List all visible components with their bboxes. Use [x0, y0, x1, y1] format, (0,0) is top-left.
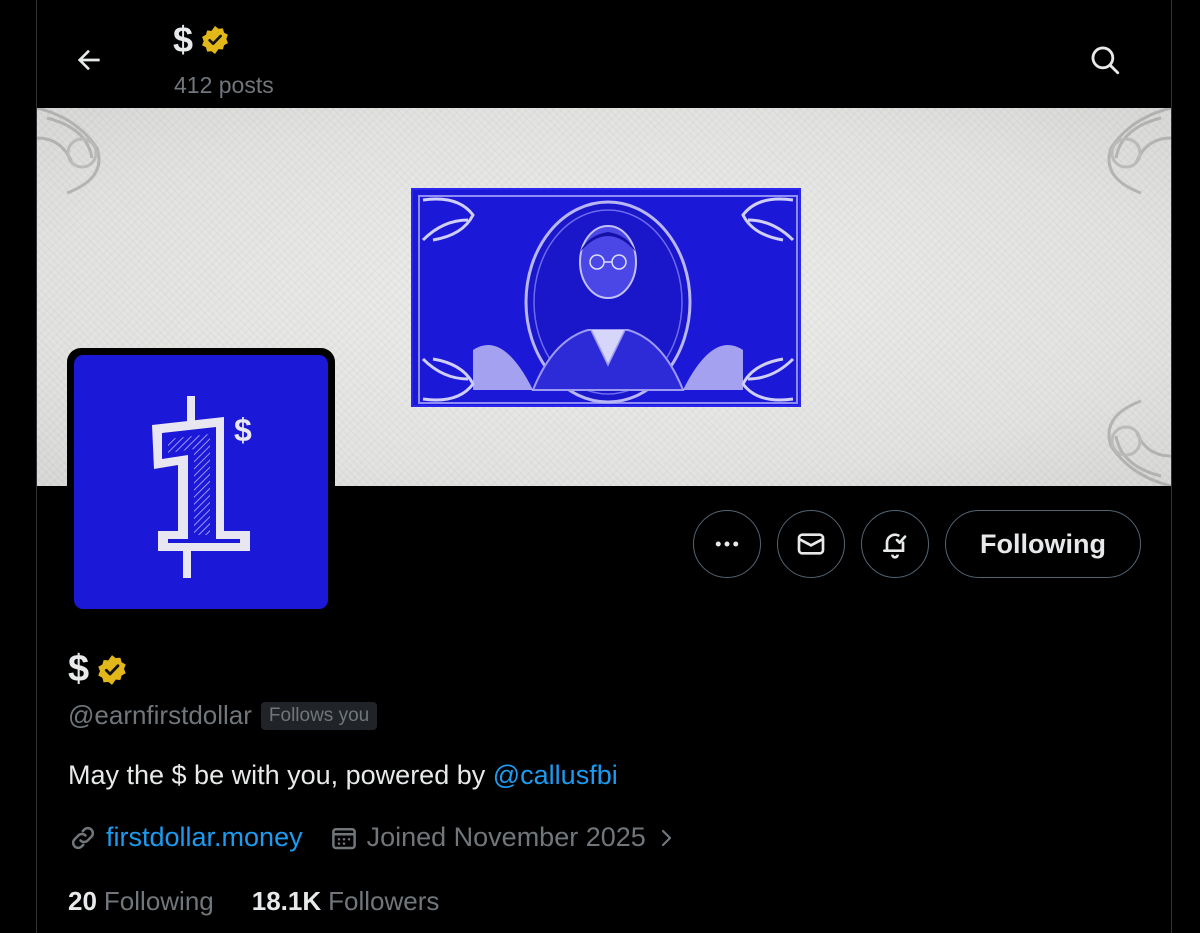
header-name: $	[173, 20, 231, 60]
follows-you-badge: Follows you	[260, 701, 378, 730]
profile-bio: May the $ be with you, powered by @callu…	[68, 760, 618, 791]
profile-name: $	[68, 648, 129, 691]
message-icon	[797, 533, 825, 555]
verified-badge-icon	[202, 26, 228, 54]
profile-meta: firstdollar.money Joined November 2025	[68, 822, 678, 853]
banknote-image	[411, 188, 801, 407]
avatar-image: $	[74, 355, 328, 609]
followers-label: Followers	[328, 886, 440, 916]
chevron-right-icon	[661, 829, 671, 846]
verified-badge-icon	[98, 654, 126, 685]
profile-display-name: $	[68, 648, 90, 690]
follow-stats: 20 Following 18.1K Followers	[68, 886, 439, 917]
ornament-top-left	[37, 108, 101, 195]
ornament-top-right	[1107, 108, 1171, 195]
notifications-button[interactable]	[861, 510, 929, 578]
website-link[interactable]: firstdollar.money	[106, 822, 303, 853]
bio-text: May the $ be with you, powered by	[68, 760, 493, 790]
website-item[interactable]: firstdollar.money	[68, 822, 303, 853]
bio-mention-link[interactable]: @callusfbi	[493, 760, 618, 790]
calendar-icon	[331, 827, 356, 849]
search-icon	[1091, 46, 1120, 75]
profile-handle: @earnfirstdollar	[68, 700, 252, 730]
header-display-name: $	[173, 19, 194, 60]
followers-count: 18.1K	[251, 886, 322, 916]
back-button[interactable]	[67, 38, 111, 82]
back-arrow-icon	[77, 49, 100, 71]
joined-item[interactable]: Joined November 2025	[329, 822, 678, 853]
avatar-dollar-sign: $	[234, 412, 252, 448]
search-button[interactable]	[1083, 38, 1127, 82]
link-icon	[71, 826, 95, 849]
following-label: Following	[103, 886, 214, 916]
profile-avatar[interactable]: $	[67, 348, 335, 616]
following-stat[interactable]: 20 Following	[68, 886, 214, 917]
top-bar: $ 412 posts	[37, 0, 1171, 108]
message-button[interactable]	[777, 510, 845, 578]
followers-stat[interactable]: 18.1K Followers	[252, 886, 440, 917]
avatar-number-one-logo: $	[152, 394, 252, 580]
notification-bell-icon	[883, 533, 907, 559]
ornament-bottom-right	[1107, 399, 1171, 486]
following-count: 20	[68, 886, 97, 916]
joined-date: Joined November 2025	[366, 822, 646, 852]
handle-row: @earnfirstdollar Follows you	[68, 700, 378, 731]
banknote-illustration	[418, 195, 798, 404]
post-count: 412 posts	[174, 72, 274, 98]
more-button[interactable]	[693, 510, 761, 578]
more-icon	[715, 541, 739, 547]
following-button[interactable]: Following	[945, 510, 1141, 578]
